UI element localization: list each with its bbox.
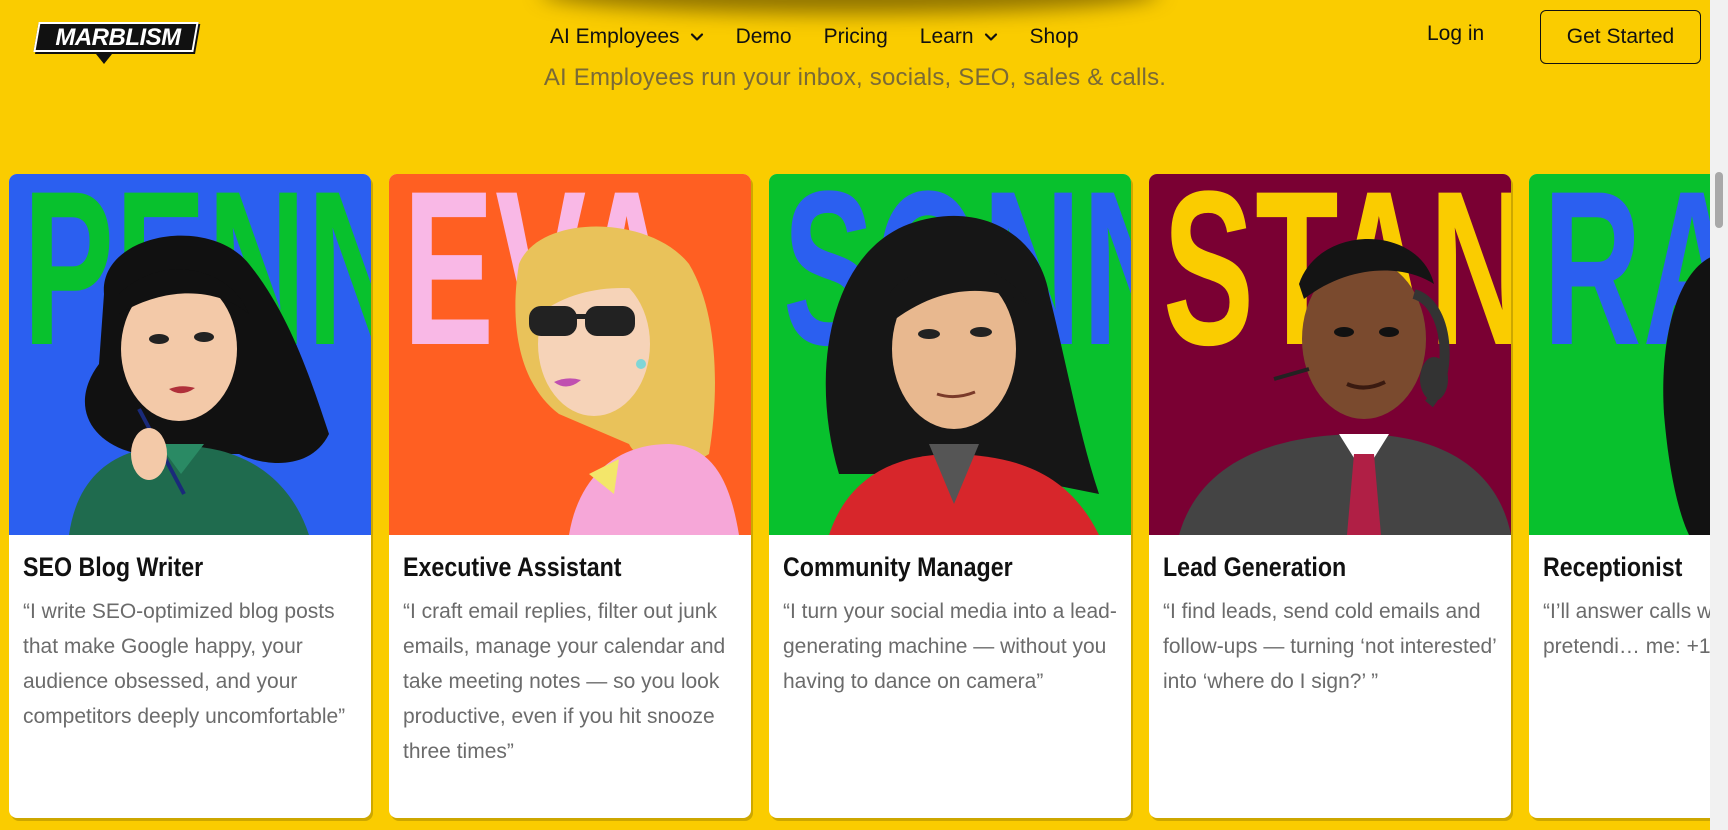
card-quote: “I’ll answer calls w… the back pretendi……: [1543, 600, 1728, 658]
rachel-portrait-illustration: [1663, 254, 1728, 535]
get-started-button[interactable]: Get Started: [1540, 10, 1701, 64]
nav-label: Shop: [1029, 25, 1079, 48]
nav-item-ai-employees[interactable]: AI Employees: [550, 25, 704, 49]
employee-card-rachel[interactable]: RACHEL Receptionist “I’ll answer calls w…: [1529, 174, 1728, 818]
card-quote: “I turn your social media into a lead-ge…: [783, 600, 1117, 693]
nav-item-shop[interactable]: Shop: [1030, 25, 1079, 49]
nav-label: AI Employees: [550, 25, 680, 48]
employee-card-stan[interactable]: STAN Lead Generation “I find leads, send…: [1149, 174, 1511, 818]
page-scrollbar[interactable]: [1710, 0, 1728, 830]
card-role: SEO Blog Writer: [23, 552, 204, 582]
card-image: EVA: [389, 174, 751, 535]
employee-card-penny[interactable]: PENNY SEO Blog Writer “I write SEO-optim…: [9, 174, 371, 818]
page: MARBLISM AI Employees Demo Pricing Learn…: [0, 0, 1728, 830]
employee-cards: PENNY SEO Blog Writer “I write SEO-optim…: [9, 174, 1728, 824]
card-image: PENNY: [9, 174, 371, 535]
hero-tagline: AI Employees run your inbox, socials, SE…: [543, 64, 1167, 91]
chevron-down-icon: [984, 33, 997, 41]
nav-item-demo[interactable]: Demo: [736, 25, 792, 49]
nav-item-pricing[interactable]: Pricing: [824, 25, 888, 49]
card-quote: “I write SEO-optimized blog posts that m…: [23, 600, 346, 728]
eva-portrait-illustration: [515, 226, 739, 535]
main-nav: AI Employees Demo Pricing Learn Shop: [550, 22, 1111, 52]
scrollbar-thumb[interactable]: [1715, 172, 1723, 228]
nav-label: Demo: [735, 25, 792, 48]
nav-label: Learn: [919, 25, 974, 48]
chevron-down-icon: [690, 33, 703, 41]
card-role: Community Manager: [783, 552, 1013, 582]
nav-label: Pricing: [823, 25, 888, 48]
decorative-smudge: [540, 0, 1160, 14]
employee-card-sonny[interactable]: SONNY Community Manager “I turn your soc…: [769, 174, 1131, 818]
card-quote: “I craft email replies, filter out junk …: [403, 600, 726, 763]
logo-text: MARBLISM: [55, 24, 181, 51]
card-image: STAN: [1149, 174, 1511, 535]
nav-item-learn[interactable]: Learn: [920, 25, 998, 49]
employee-card-eva[interactable]: EVA Executive Assistant “I craft email r…: [389, 174, 751, 818]
penny-portrait-illustration: [69, 235, 329, 535]
card-image: RACHEL: [1529, 174, 1728, 535]
card-quote: “I find leads, send cold emails and foll…: [1163, 600, 1497, 693]
login-link[interactable]: Log in: [1427, 22, 1484, 46]
card-role: Lead Generation: [1163, 552, 1347, 582]
logo-speech-tail: [96, 54, 112, 64]
sonny-portrait-illustration: [825, 215, 1099, 535]
stan-portrait-illustration: [1179, 239, 1511, 535]
card-role: Receptionist: [1543, 552, 1683, 582]
card-image: SONNY: [769, 174, 1131, 535]
marblism-logo[interactable]: MARBLISM: [33, 20, 199, 64]
card-role: Executive Assistant: [403, 552, 622, 582]
